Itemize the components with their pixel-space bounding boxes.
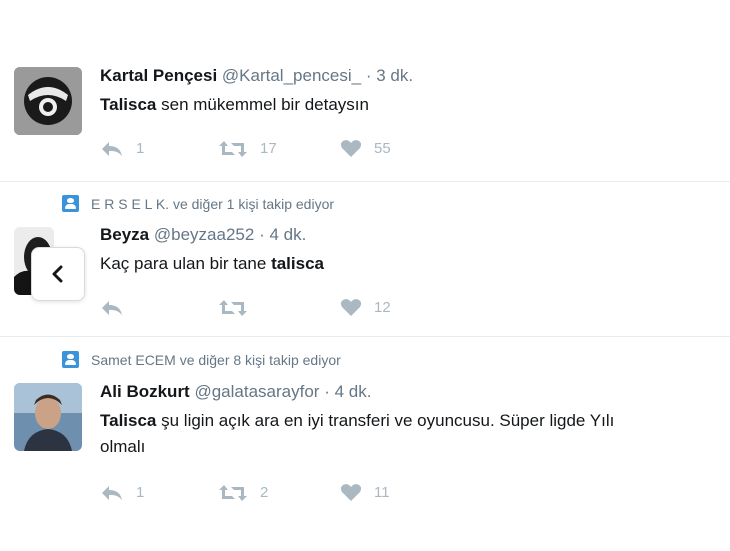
reply-count: 1 xyxy=(136,140,145,157)
tweet-text-pre: Kaç para ulan bir tane xyxy=(100,254,272,273)
social-context-text[interactable]: E R S E L K. ve diğer 1 kişi takip ediyo… xyxy=(91,196,334,212)
display-name[interactable]: Kartal Pençesi xyxy=(100,66,217,85)
reply-button[interactable]: 1 xyxy=(100,484,218,502)
display-name[interactable]: Ali Bozkurt xyxy=(100,382,190,401)
tweet-text-rest: sen mükemmel bir detaysın xyxy=(156,95,369,114)
retweet-count: 17 xyxy=(260,140,277,157)
heart-icon xyxy=(340,299,362,316)
reply-icon xyxy=(102,300,122,315)
tweet-header: Kartal Pençesi @Kartal_pencesi_ · 3 dk. xyxy=(100,66,413,86)
tweet-text: Talisca sen mükemmel bir detaysın xyxy=(100,92,369,118)
like-count: 11 xyxy=(374,484,390,501)
reply-count: 1 xyxy=(136,484,145,501)
tweet-actions: 1 17 55 xyxy=(100,139,394,158)
timestamp[interactable]: 4 dk. xyxy=(335,382,372,401)
reply-icon xyxy=(102,141,122,156)
tweet-header: Ali Bozkurt @galatasarayfor · 4 dk. xyxy=(100,382,371,402)
tweet-actions: 1 2 11 xyxy=(100,483,394,502)
like-count: 55 xyxy=(374,140,391,157)
back-button[interactable] xyxy=(31,247,85,301)
user-handle[interactable]: @galatasarayfor xyxy=(194,382,319,401)
tweet-text-line2: olmalı xyxy=(100,437,146,456)
tweet-3[interactable]: Samet ECEM ve diğer 8 kişi takip ediyor … xyxy=(0,337,730,551)
social-context: E R S E L K. ve diğer 1 kişi takip ediyo… xyxy=(62,195,334,212)
retweet-count: 2 xyxy=(260,484,269,501)
retweet-button[interactable]: 2 xyxy=(218,484,340,502)
man-portrait-icon xyxy=(14,383,82,451)
like-button[interactable]: 55 xyxy=(340,139,394,158)
separator: · xyxy=(259,225,265,244)
tweet-text-rest: şu ligin açık ara en iyi transferi ve oy… xyxy=(156,411,615,430)
like-count: 12 xyxy=(374,299,391,316)
heart-icon xyxy=(340,484,362,501)
retweet-icon xyxy=(219,484,247,501)
chevron-left-icon xyxy=(52,265,63,283)
social-context-text[interactable]: Samet ECEM ve diğer 8 kişi takip ediyor xyxy=(91,352,341,368)
kartal-logo-icon xyxy=(14,67,82,135)
person-follow-icon xyxy=(62,351,79,368)
separator: · xyxy=(365,66,372,85)
separator: · xyxy=(324,382,330,401)
timestamp[interactable]: 3 dk. xyxy=(376,66,413,85)
tweet-mention-bold: talisca xyxy=(271,254,324,273)
reply-icon xyxy=(102,485,122,500)
user-handle[interactable]: @Kartal_pencesi_ xyxy=(222,66,361,85)
avatar[interactable] xyxy=(14,67,82,135)
user-handle[interactable]: @beyzaa252 xyxy=(154,225,254,244)
retweet-button[interactable]: 17 xyxy=(218,140,340,158)
tweet-text: Talisca şu ligin açık ara en iyi transfe… xyxy=(100,408,728,460)
retweet-button[interactable] xyxy=(218,299,340,317)
social-context: Samet ECEM ve diğer 8 kişi takip ediyor xyxy=(62,351,341,368)
tweet-text: Kaç para ulan bir tane talisca xyxy=(100,251,324,277)
tweet-1[interactable]: Kartal Pençesi @Kartal_pencesi_ · 3 dk. … xyxy=(0,0,730,178)
tweet-mention-bold: Talisca xyxy=(100,411,157,430)
timestamp[interactable]: 4 dk. xyxy=(269,225,306,244)
reply-button[interactable] xyxy=(100,299,218,317)
heart-icon xyxy=(340,140,362,157)
like-button[interactable]: 12 xyxy=(340,298,394,317)
display-name[interactable]: Beyza xyxy=(100,225,149,244)
tweet-mention-bold: Talisca xyxy=(100,95,157,114)
like-button[interactable]: 11 xyxy=(340,483,394,502)
reply-button[interactable]: 1 xyxy=(100,140,218,158)
retweet-icon xyxy=(219,299,247,316)
retweet-icon xyxy=(219,140,247,157)
person-follow-icon xyxy=(62,195,79,212)
tweet-actions: 12 xyxy=(100,298,394,317)
avatar[interactable] xyxy=(14,383,82,451)
tweet-header: Beyza @beyzaa252 · 4 dk. xyxy=(100,225,306,245)
